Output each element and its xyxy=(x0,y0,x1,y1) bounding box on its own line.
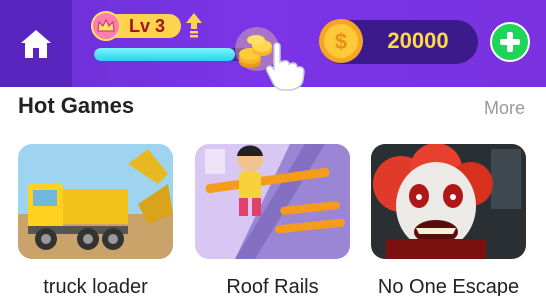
game-thumbnail[interactable] xyxy=(371,144,526,259)
crown-icon xyxy=(91,11,121,41)
level-label: Lv 3 xyxy=(129,16,166,36)
game-thumbnail[interactable] xyxy=(195,144,350,259)
more-link[interactable]: More xyxy=(484,98,525,119)
home-button[interactable] xyxy=(0,0,72,87)
svg-text:$: $ xyxy=(335,29,347,54)
add-coins-button[interactable] xyxy=(490,22,530,62)
game-title: Roof Rails xyxy=(226,276,319,296)
hand-pointer-icon xyxy=(265,42,305,91)
plus-icon xyxy=(500,32,520,52)
level-badge[interactable]: Lv 3 xyxy=(91,11,181,41)
section-title: Hot Games xyxy=(18,93,135,118)
game-title: No One Escape xyxy=(377,276,520,296)
game-title: truck loader xyxy=(43,276,148,296)
coin-balance: 20000 xyxy=(387,28,449,53)
arrow-up-icon xyxy=(186,13,202,38)
dollar-coin-icon: $ xyxy=(319,19,363,63)
xp-progress-bar xyxy=(94,48,254,61)
game-thumbnail[interactable] xyxy=(18,144,173,259)
top-bar: Lv 3 $ 20000 xyxy=(0,0,546,91)
game-card-no-one-escape[interactable]: No One Escape xyxy=(371,144,526,296)
game-card-roof-rails[interactable]: Roof Rails xyxy=(195,144,350,296)
game-card-truck-loader[interactable]: truck loader xyxy=(18,144,173,296)
xp-progress-fill xyxy=(94,48,235,61)
home-icon xyxy=(21,29,51,58)
